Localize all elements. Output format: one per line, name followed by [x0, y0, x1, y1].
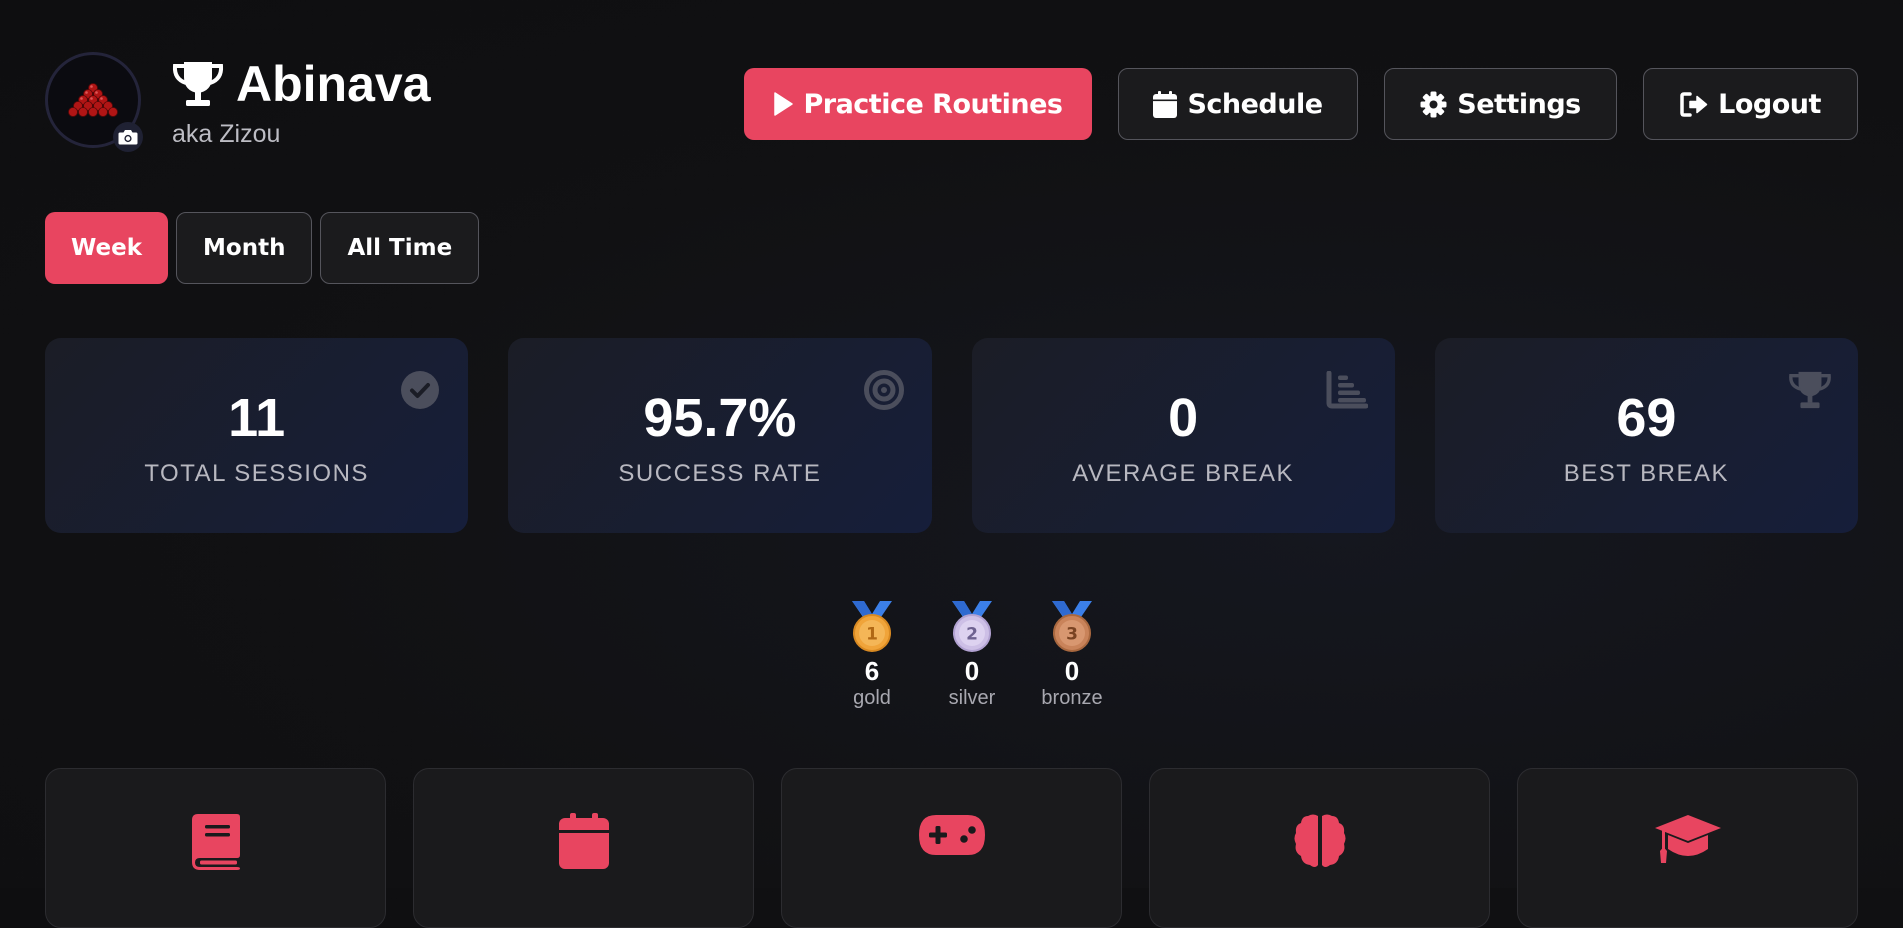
medal-name: silver	[948, 687, 996, 709]
book-icon	[191, 814, 240, 870]
camera-icon	[118, 130, 138, 145]
logout-icon	[1680, 91, 1708, 117]
medal-rank: 1	[866, 625, 878, 645]
gamepad-icon	[918, 815, 985, 855]
calendar-icon	[1153, 90, 1178, 118]
tab-all-time[interactable]: All Time	[320, 212, 480, 284]
tile-brain[interactable]	[1149, 768, 1490, 928]
medal-count: 0	[1064, 656, 1080, 686]
gear-icon	[1420, 91, 1447, 117]
medal-bronze: 3 0 bronze	[1022, 600, 1122, 710]
medal-rank: 2	[966, 625, 978, 645]
gold-medal-icon: 1	[852, 601, 892, 652]
stat-label: SUCCESS RATE	[618, 459, 822, 487]
medal-gold: 1 6 gold	[822, 600, 922, 710]
check-circle-icon	[398, 368, 442, 412]
time-range-tabs: Week Month All Time	[45, 212, 480, 284]
snooker-balls-icon	[68, 83, 118, 117]
top-actions: Practice Routines Schedule Settings Logo…	[744, 68, 1858, 140]
settings-button[interactable]: Settings	[1384, 68, 1617, 140]
stat-value: 11	[228, 387, 286, 448]
logout-button[interactable]: Logout	[1643, 68, 1858, 140]
profile-title: Abinava	[170, 54, 431, 114]
stat-card-best-break: 69 BEST BREAK	[1434, 338, 1858, 533]
stat-label: BEST BREAK	[1563, 459, 1730, 487]
practice-routines-button[interactable]: Practice Routines	[744, 68, 1092, 140]
stat-value: 69	[1616, 387, 1677, 448]
stat-value: 0	[1168, 387, 1199, 448]
medal-name: gold	[853, 687, 891, 709]
medal-name: bronze	[1041, 687, 1103, 709]
stat-label: AVERAGE BREAK	[1072, 459, 1295, 487]
stats-row: 11 TOTAL SESSIONS 95.7% SUCCESS RATE 0 A…	[45, 338, 1858, 533]
stat-card-success-rate: 95.7% SUCCESS RATE	[508, 338, 932, 533]
tab-month[interactable]: Month	[176, 212, 313, 284]
tile-calendar[interactable]	[413, 768, 754, 928]
medal-count: 0	[964, 656, 980, 686]
tile-games[interactable]	[781, 768, 1122, 928]
header: Abinava aka Zizou Practice Routines Sche…	[45, 52, 1858, 152]
player-name: Abinava	[236, 56, 431, 112]
trophy-icon	[1788, 368, 1832, 412]
play-icon	[774, 92, 794, 116]
player-nickname: aka Zizou	[172, 120, 281, 148]
medal-tally: 1 6 gold 2 0 silver 3 0 bronze	[822, 600, 1122, 710]
stat-card-total-sessions: 11 TOTAL SESSIONS	[45, 338, 469, 533]
schedule-button[interactable]: Schedule	[1118, 68, 1358, 140]
bar-chart-icon	[1325, 368, 1369, 412]
tile-learn[interactable]	[1517, 768, 1858, 928]
schedule-label: Schedule	[1187, 88, 1323, 120]
stat-card-average-break: 0 AVERAGE BREAK	[971, 338, 1395, 533]
stat-value: 95.7%	[643, 387, 797, 448]
graduation-cap-icon	[1654, 815, 1721, 863]
practice-routines-label: Practice Routines	[803, 88, 1063, 120]
medal-silver: 2 0 silver	[922, 600, 1022, 710]
brain-icon	[1294, 814, 1345, 867]
bronze-medal-icon: 3	[1052, 601, 1092, 652]
tile-book[interactable]	[45, 768, 386, 928]
logout-label: Logout	[1718, 88, 1821, 120]
settings-label: Settings	[1457, 88, 1581, 120]
calendar-icon	[558, 813, 609, 869]
feature-tiles	[45, 768, 1858, 928]
medal-count: 6	[864, 656, 880, 686]
target-icon	[862, 368, 906, 412]
silver-medal-icon: 2	[952, 601, 992, 652]
profile-heading: Abinava aka Zizou	[170, 54, 431, 149]
stat-label: TOTAL SESSIONS	[144, 459, 369, 487]
trophy-icon	[172, 62, 224, 106]
change-photo-button[interactable]	[113, 122, 143, 152]
tab-week[interactable]: Week	[45, 212, 169, 284]
medal-rank: 3	[1066, 625, 1078, 645]
